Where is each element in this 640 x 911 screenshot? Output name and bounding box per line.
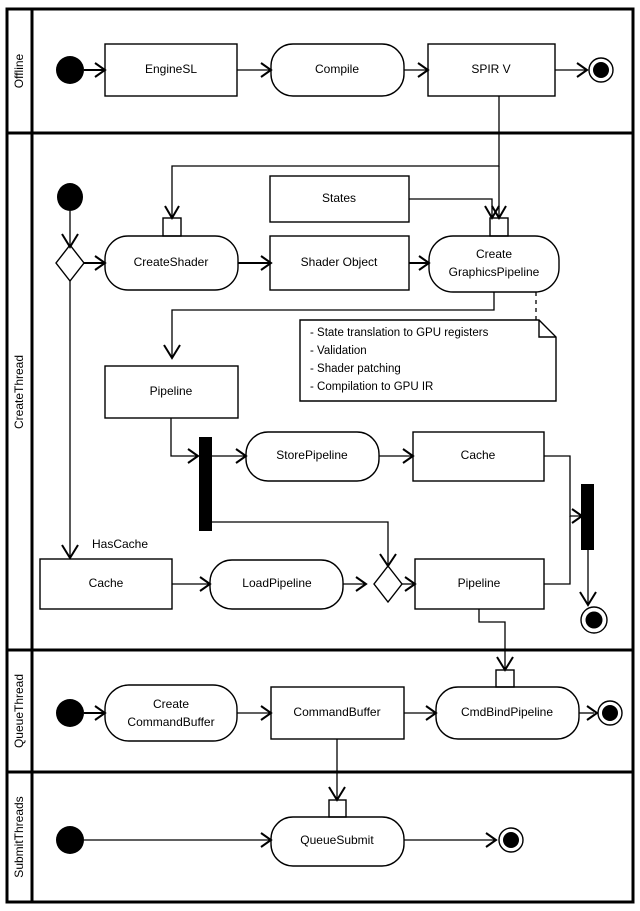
node-createcommandbuffer-label-line2: CommandBuffer: [127, 715, 214, 729]
note-line-3: - Shader patching: [310, 363, 401, 375]
node-createshader-label: CreateShader: [134, 255, 209, 269]
pin-cmdbindpipeline: [495, 669, 515, 688]
initial-node-submitthreads: [56, 826, 84, 854]
pin-creategraphicspipeline: [489, 217, 509, 237]
final-node-createthread-core: [585, 611, 603, 629]
lane-label-offline-text: Offline: [12, 53, 26, 88]
pin-createshader: [162, 217, 182, 237]
node-creategraphicspipeline-label-line2: GraphicsPipeline: [449, 265, 540, 279]
lane-label-create-thread: CreateThread: [12, 355, 26, 429]
queue-thread-lane-content: Create CommandBuffer CommandBuffer CmdBi…: [56, 669, 623, 802]
node-createcommandbuffer-label-line1: Create: [153, 697, 189, 711]
node-states-label: States: [322, 191, 356, 205]
node-shaderobject-label: Shader Object: [301, 255, 378, 269]
join-bar-createthread: [581, 484, 594, 550]
edge-pipeline-lower-to-join: [544, 516, 571, 585]
lane-label-offline: Offline: [12, 53, 26, 88]
lane-label-queue-thread-text: QueueThread: [12, 674, 26, 748]
node-storepipeline-label: StorePipeline: [276, 448, 348, 462]
submit-threads-lane-content: QueueSubmit: [56, 799, 524, 867]
node-cache-lower-label: Cache: [89, 576, 124, 590]
final-node-offline-core: [593, 62, 609, 78]
activity-diagram-root: Offline CreateThread QueueThread SubmitT…: [0, 0, 640, 911]
node-createcommandbuffer[interactable]: [104, 684, 238, 742]
note-line-2: - Validation: [310, 345, 367, 357]
node-spirv-label: SPIR V: [471, 62, 510, 76]
node-pipeline-lower-label: Pipeline: [458, 576, 501, 590]
edge-cache-upper-to-join: [544, 455, 581, 517]
note-line-4: - Compilation to GPU IR: [310, 381, 433, 393]
merge-node-createthread[interactable]: [373, 564, 403, 604]
final-node-submitthreads-core: [503, 832, 519, 848]
edge-pipeline-upper-to-fork: [170, 418, 197, 457]
edge-label-hascache: HasCache: [92, 537, 148, 551]
final-node-queuethread-core: [602, 705, 618, 721]
create-thread-lane-content: HasCache CreateShader States Shader Obje…: [39, 175, 608, 672]
lane-label-queue-thread: QueueThread: [12, 674, 26, 748]
node-cmdbindpipeline-label: CmdBindPipeline: [461, 705, 553, 719]
edge-pipeline-lower-to-cmdbindpipeline: [478, 609, 506, 668]
pin-queuesubmit: [328, 799, 347, 818]
node-commandbuffer-label: CommandBuffer: [293, 705, 380, 719]
lane-label-create-thread-text: CreateThread: [12, 355, 26, 429]
fork-bar-createthread: [199, 437, 212, 531]
note-box: - State translation to GPU registers - V…: [299, 319, 557, 402]
node-creategraphicspipeline[interactable]: [428, 235, 560, 293]
node-creategraphicspipeline-label-line1: Create: [476, 247, 512, 261]
edge-fork-to-merge-diamond: [212, 521, 389, 564]
decision-node-createthread[interactable]: [55, 243, 85, 283]
initial-node-createthread: [57, 183, 83, 211]
lane-label-submit-threads: SubmitThreads: [12, 796, 26, 877]
node-compile-label: Compile: [315, 62, 359, 76]
initial-node-offline: [56, 56, 84, 84]
initial-node-queuethread: [56, 699, 84, 727]
node-pipeline-upper-label: Pipeline: [150, 384, 193, 398]
edge-states-to-graphicspipeline: [409, 198, 493, 216]
diagram-canvas: Offline CreateThread QueueThread SubmitT…: [5, 7, 635, 904]
node-loadpipeline-label: LoadPipeline: [242, 576, 312, 590]
node-queuesubmit-label: QueueSubmit: [300, 833, 374, 847]
node-cache-upper-label: Cache: [461, 448, 496, 462]
lane-label-submit-threads-text: SubmitThreads: [12, 796, 26, 877]
note-line-1: - State translation to GPU registers: [310, 327, 489, 339]
node-enginesl-label: EngineSL: [145, 62, 197, 76]
offline-lane-content: EngineSL Compile SPIR V: [56, 43, 614, 97]
